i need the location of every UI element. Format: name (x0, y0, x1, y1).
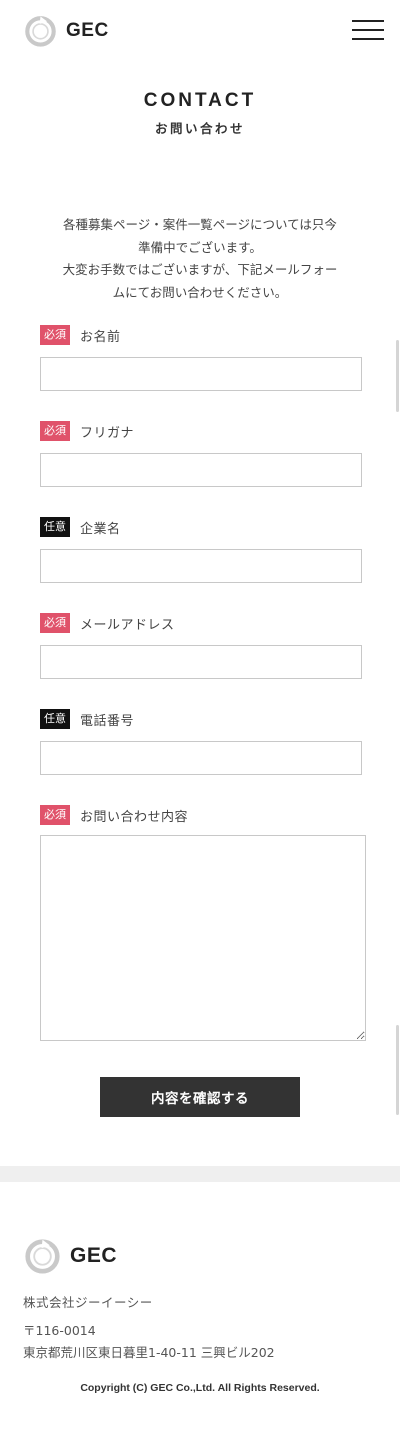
field-label: メールアドレス (80, 617, 175, 633)
logo-text: GEC (70, 1243, 118, 1267)
required-badge: 必須 (40, 421, 70, 441)
field-label: お問い合わせ内容 (80, 809, 189, 825)
scrollbar-thumb[interactable] (396, 1025, 399, 1115)
field-name: 必須 お名前 (40, 325, 362, 391)
required-badge: 必須 (40, 613, 70, 633)
required-badge: 必須 (40, 325, 70, 345)
section-divider (0, 1166, 400, 1182)
copyright: Copyright (C) GEC Co.,Ltd. All Rights Re… (80, 1382, 320, 1394)
intro-line: 準備中でございます。 (138, 239, 262, 255)
furigana-input[interactable] (40, 453, 362, 487)
confirm-button[interactable]: 内容を確認する (100, 1077, 300, 1117)
page-subtitle: お問い合わせ (154, 121, 245, 136)
name-input[interactable] (40, 357, 362, 391)
email-input[interactable] (40, 645, 362, 679)
field-label: 企業名 (80, 521, 121, 537)
field-furigana: 必須 フリガナ (40, 421, 362, 487)
intro-line: 各種募集ページ・案件一覧ページについては只今 (63, 217, 337, 232)
phone-input[interactable] (40, 741, 362, 775)
field-phone: 任意 電話番号 (40, 709, 362, 775)
field-email: 必須 メールアドレス (40, 613, 362, 679)
optional-badge: 任意 (40, 517, 70, 537)
scrollbar-thumb[interactable] (396, 340, 399, 412)
company-address: 東京都荒川区東日暮里1-40-11 三興ビル202 (23, 1345, 275, 1360)
logo-text: GEC (66, 19, 109, 41)
intro-line: 大変お手数ではございますが、下記メールフォー (62, 262, 338, 277)
field-label: お名前 (80, 329, 121, 345)
company-input[interactable] (40, 549, 362, 583)
site-logo[interactable]: GEC (24, 14, 109, 47)
field-label: フリガナ (80, 425, 135, 441)
optional-badge: 任意 (40, 709, 70, 729)
postal-code: 〒116-0014 (23, 1323, 96, 1338)
message-textarea[interactable] (40, 835, 366, 1041)
field-label: 電話番号 (80, 713, 135, 729)
intro-line: ムにてお問い合わせください。 (112, 284, 288, 300)
hamburger-menu-icon[interactable] (352, 20, 384, 40)
intro-text: 各種募集ページ・案件一覧ページについては只今 準備中でございます。 大変お手数で… (40, 214, 360, 304)
field-message: 必須 お問い合わせ内容 (40, 805, 366, 1041)
field-company: 任意 企業名 (40, 517, 362, 583)
company-name: 株式会社ジーイーシー (23, 1295, 153, 1310)
required-badge: 必須 (40, 805, 70, 825)
page-title: CONTACT (143, 90, 257, 111)
logo-mark-icon (24, 1237, 61, 1274)
logo-mark-icon (24, 14, 57, 47)
footer-logo[interactable]: GEC (24, 1237, 117, 1274)
site-header: GEC (0, 0, 400, 64)
